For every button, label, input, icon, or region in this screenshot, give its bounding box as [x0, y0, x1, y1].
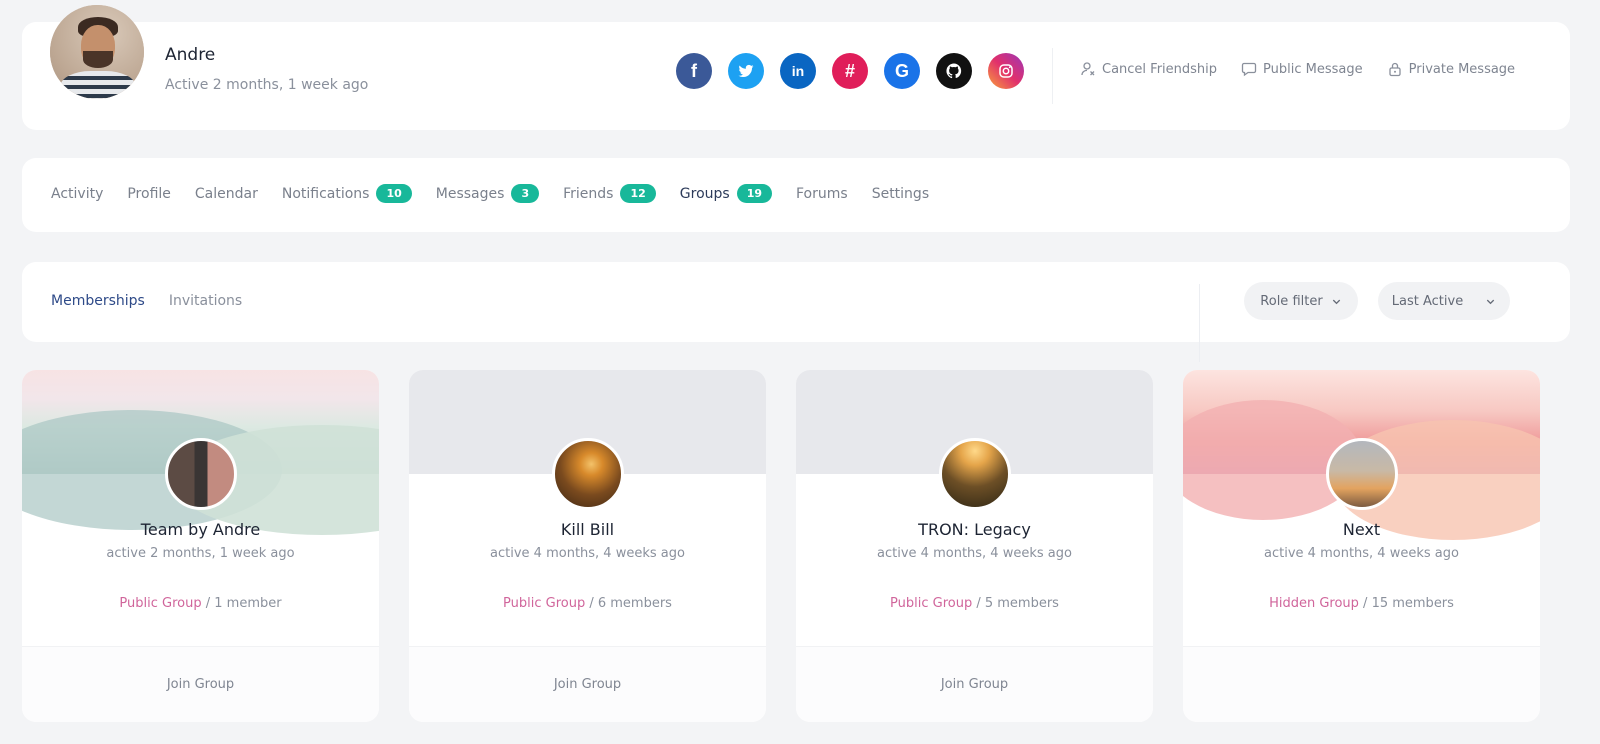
instagram-camera-glyph — [999, 64, 1013, 78]
profile-header: Andre Active 2 months, 1 week ago f in #… — [22, 5, 1570, 130]
public-message-label: Public Message — [1263, 61, 1363, 77]
group-card[interactable]: Team by Andre active 2 months, 1 week ag… — [22, 370, 379, 722]
role-filter-dropdown[interactable]: Role filter — [1244, 282, 1358, 320]
chat-bubble-icon — [1241, 62, 1257, 77]
group-type: Public Group — [503, 596, 586, 611]
google-icon[interactable]: G — [884, 53, 920, 89]
friends-count-badge: 12 — [620, 184, 656, 203]
group-card[interactable]: Kill Bill active 4 months, 4 weeks ago P… — [409, 370, 766, 722]
tab-friends-label: Friends — [563, 185, 614, 202]
join-group-button[interactable]: Join Group — [22, 677, 379, 692]
join-group-button[interactable]: Join Group — [796, 677, 1153, 692]
groups-subnav: Memberships Invitations Role filter Last… — [22, 262, 1570, 362]
facebook-icon[interactable]: f — [676, 53, 712, 89]
group-card[interactable]: TRON: Legacy active 4 months, 4 weeks ag… — [796, 370, 1153, 722]
tab-groups-label: Groups — [679, 185, 730, 202]
group-type: Public Group — [119, 596, 202, 611]
instagram-icon[interactable] — [988, 53, 1024, 89]
user-x-icon — [1081, 62, 1095, 76]
tab-forums[interactable]: Forums — [796, 186, 848, 202]
private-message-button[interactable]: Private Message — [1387, 61, 1515, 77]
tab-calendar-label: Calendar — [194, 185, 258, 202]
tab-messages[interactable]: Messages 3 — [435, 184, 540, 203]
public-message-button[interactable]: Public Message — [1241, 61, 1363, 77]
group-name[interactable]: TRON: Legacy — [796, 520, 1153, 539]
tab-activity[interactable]: Activity — [51, 186, 103, 202]
group-member-count: 6 members — [597, 596, 672, 611]
tab-settings[interactable]: Settings — [872, 186, 929, 202]
subnav-divider — [1199, 284, 1200, 362]
subtab-memberships[interactable]: Memberships — [51, 293, 145, 309]
lock-icon — [1388, 62, 1401, 77]
twitter-bird-glyph — [738, 64, 754, 78]
group-last-active: active 2 months, 1 week ago — [106, 546, 295, 561]
linkedin-icon[interactable]: in — [780, 53, 816, 89]
groups-subtabs: Memberships Invitations — [51, 293, 242, 309]
tab-groups[interactable]: Groups 19 — [680, 184, 772, 203]
group-name[interactable]: Kill Bill — [409, 520, 766, 539]
group-meta: Hidden Group / 15 members — [1269, 596, 1454, 611]
chevron-down-icon — [1487, 299, 1495, 304]
group-member-count: 5 members — [984, 596, 1059, 611]
role-filter-label: Role filter — [1260, 293, 1323, 309]
messages-count-badge: 3 — [511, 184, 540, 203]
github-octocat-glyph — [946, 63, 962, 79]
profile-actions: Cancel Friendship Public Message Private… — [1080, 61, 1515, 77]
avatar[interactable] — [50, 5, 144, 99]
groups-count-badge: 19 — [736, 184, 772, 203]
profile-nav: Activity Profile Calendar Notifications 1… — [22, 158, 1570, 232]
group-type: Hidden Group — [1269, 596, 1359, 611]
group-card-footer: Join Group — [22, 646, 379, 722]
avatar-shirt — [60, 71, 136, 99]
group-name[interactable]: Next — [1183, 520, 1540, 539]
social-links: f in # G — [676, 53, 1024, 89]
group-last-active: active 4 months, 4 weeks ago — [1264, 546, 1459, 561]
slack-icon[interactable]: # — [832, 53, 868, 89]
github-icon[interactable] — [936, 53, 972, 89]
group-type: Public Group — [890, 596, 973, 611]
group-meta: Public Group / 6 members — [503, 596, 672, 611]
user-name: Andre — [165, 45, 216, 65]
group-avatar[interactable] — [939, 438, 1011, 510]
group-avatar[interactable] — [165, 438, 237, 510]
tab-forums-label: Forums — [796, 185, 848, 202]
cancel-friendship-label: Cancel Friendship — [1102, 61, 1218, 77]
join-group-button[interactable]: Join Group — [409, 677, 766, 692]
group-meta: Public Group / 5 members — [890, 596, 1059, 611]
group-last-active: active 4 months, 4 weeks ago — [490, 546, 685, 561]
avatar-beard — [83, 51, 113, 68]
group-avatar[interactable] — [552, 438, 624, 510]
header-divider — [1052, 48, 1053, 104]
group-card-footer: Join Group — [796, 646, 1153, 722]
cancel-friendship-button[interactable]: Cancel Friendship — [1080, 61, 1217, 77]
subtab-invitations[interactable]: Invitations — [169, 293, 242, 309]
profile-nav-tabs: Activity Profile Calendar Notifications 1… — [51, 184, 929, 203]
user-last-active: Active 2 months, 1 week ago — [165, 77, 369, 93]
tab-profile[interactable]: Profile — [127, 186, 171, 202]
group-card-footer — [1183, 646, 1540, 722]
tab-calendar[interactable]: Calendar — [195, 186, 258, 202]
group-card-footer: Join Group — [409, 646, 766, 722]
twitter-icon[interactable] — [728, 53, 764, 89]
group-card[interactable]: Next active 4 months, 4 weeks ago Hidden… — [1183, 370, 1540, 722]
group-meta: Public Group / 1 member — [119, 596, 282, 611]
sort-dropdown[interactable]: Last Active — [1378, 282, 1510, 320]
group-member-count: 1 member — [214, 596, 282, 611]
tab-activity-label: Activity — [51, 185, 104, 202]
group-member-count: 15 members — [1371, 596, 1454, 611]
tab-notifications-label: Notifications — [281, 185, 370, 202]
tab-messages-label: Messages — [435, 185, 505, 202]
tab-friends[interactable]: Friends 12 — [563, 184, 656, 203]
private-message-label: Private Message — [1408, 61, 1516, 77]
sort-label: Last Active — [1391, 293, 1464, 309]
group-name[interactable]: Team by Andre — [22, 520, 379, 539]
tab-profile-label: Profile — [127, 185, 171, 202]
tab-notifications[interactable]: Notifications 10 — [282, 184, 412, 203]
chevron-down-icon — [1332, 299, 1340, 304]
group-avatar[interactable] — [1326, 438, 1398, 510]
group-last-active: active 4 months, 4 weeks ago — [877, 546, 1072, 561]
notifications-count-badge: 10 — [376, 184, 412, 203]
tab-settings-label: Settings — [871, 185, 930, 202]
